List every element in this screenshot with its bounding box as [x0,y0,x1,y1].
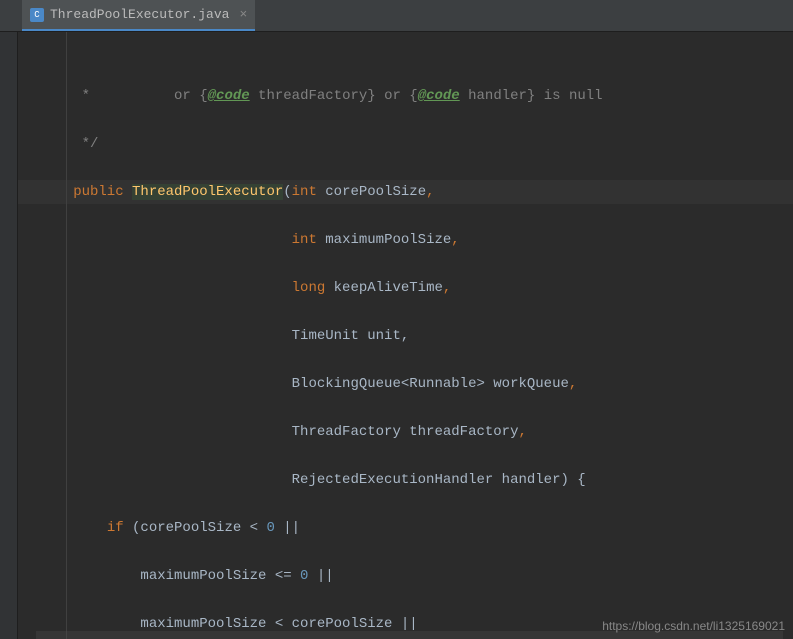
code-line: TimeUnit unit, [18,324,793,348]
file-tab[interactable]: C ThreadPoolExecutor.java × [22,0,255,31]
code-line: long keepAliveTime, [18,276,793,300]
java-class-icon: C [30,8,44,22]
tab-bar: C ThreadPoolExecutor.java × [0,0,793,32]
code-line: */ [18,132,793,156]
code-line: public ThreadPoolExecutor(int corePoolSi… [18,180,793,204]
tab-filename: ThreadPoolExecutor.java [50,7,229,22]
code-line: BlockingQueue<Runnable> workQueue, [18,372,793,396]
code-area[interactable]: * or {@code threadFactory} or {@code han… [18,32,793,639]
watermark: https://blog.csdn.net/li1325169021 [602,619,785,633]
code-line: * or {@code threadFactory} or {@code han… [18,84,793,108]
code-line: ThreadFactory threadFactory, [18,420,793,444]
code-line: RejectedExecutionHandler handler) { [18,468,793,492]
gutter [0,32,18,639]
indent-guide [66,32,67,639]
close-icon[interactable]: × [239,7,247,22]
code-line: maximumPoolSize <= 0 || [18,564,793,588]
code-line: int maximumPoolSize, [18,228,793,252]
editor: * or {@code threadFactory} or {@code han… [0,32,793,639]
code-line: if (corePoolSize < 0 || [18,516,793,540]
